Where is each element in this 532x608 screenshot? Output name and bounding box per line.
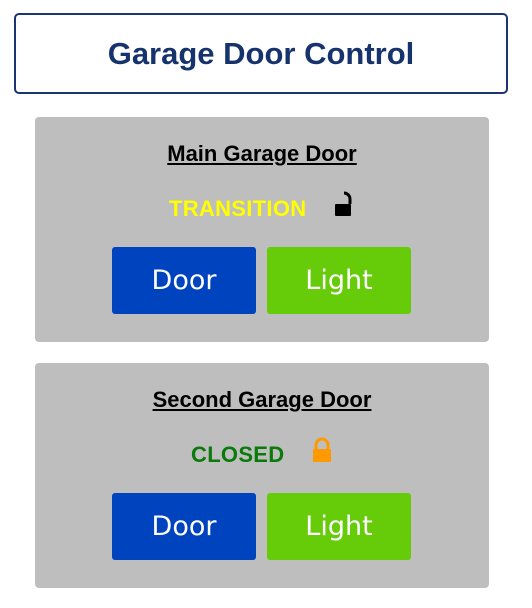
door-button[interactable]: Door (112, 247, 256, 314)
status-row: CLOSED (35, 436, 489, 472)
lock-open-icon (333, 190, 355, 223)
light-button[interactable]: Light (267, 493, 411, 560)
app-header: Garage Door Control (14, 13, 508, 94)
door-status: CLOSED (191, 442, 285, 467)
lock-closed-icon (311, 436, 333, 469)
page-title: Garage Door Control (107, 35, 415, 71)
status-row: TRANSITION (35, 190, 489, 226)
light-button[interactable]: Light (267, 247, 411, 314)
door-title: Main Garage Door (167, 141, 357, 166)
door-title: Second Garage Door (152, 387, 372, 412)
door-button[interactable]: Door (112, 493, 256, 560)
door-card-second: Second Garage Door CLOSED Door Light (35, 363, 489, 588)
door-card-main: Main Garage Door TRANSITION Door Light (35, 117, 489, 342)
door-status: TRANSITION (169, 196, 307, 221)
